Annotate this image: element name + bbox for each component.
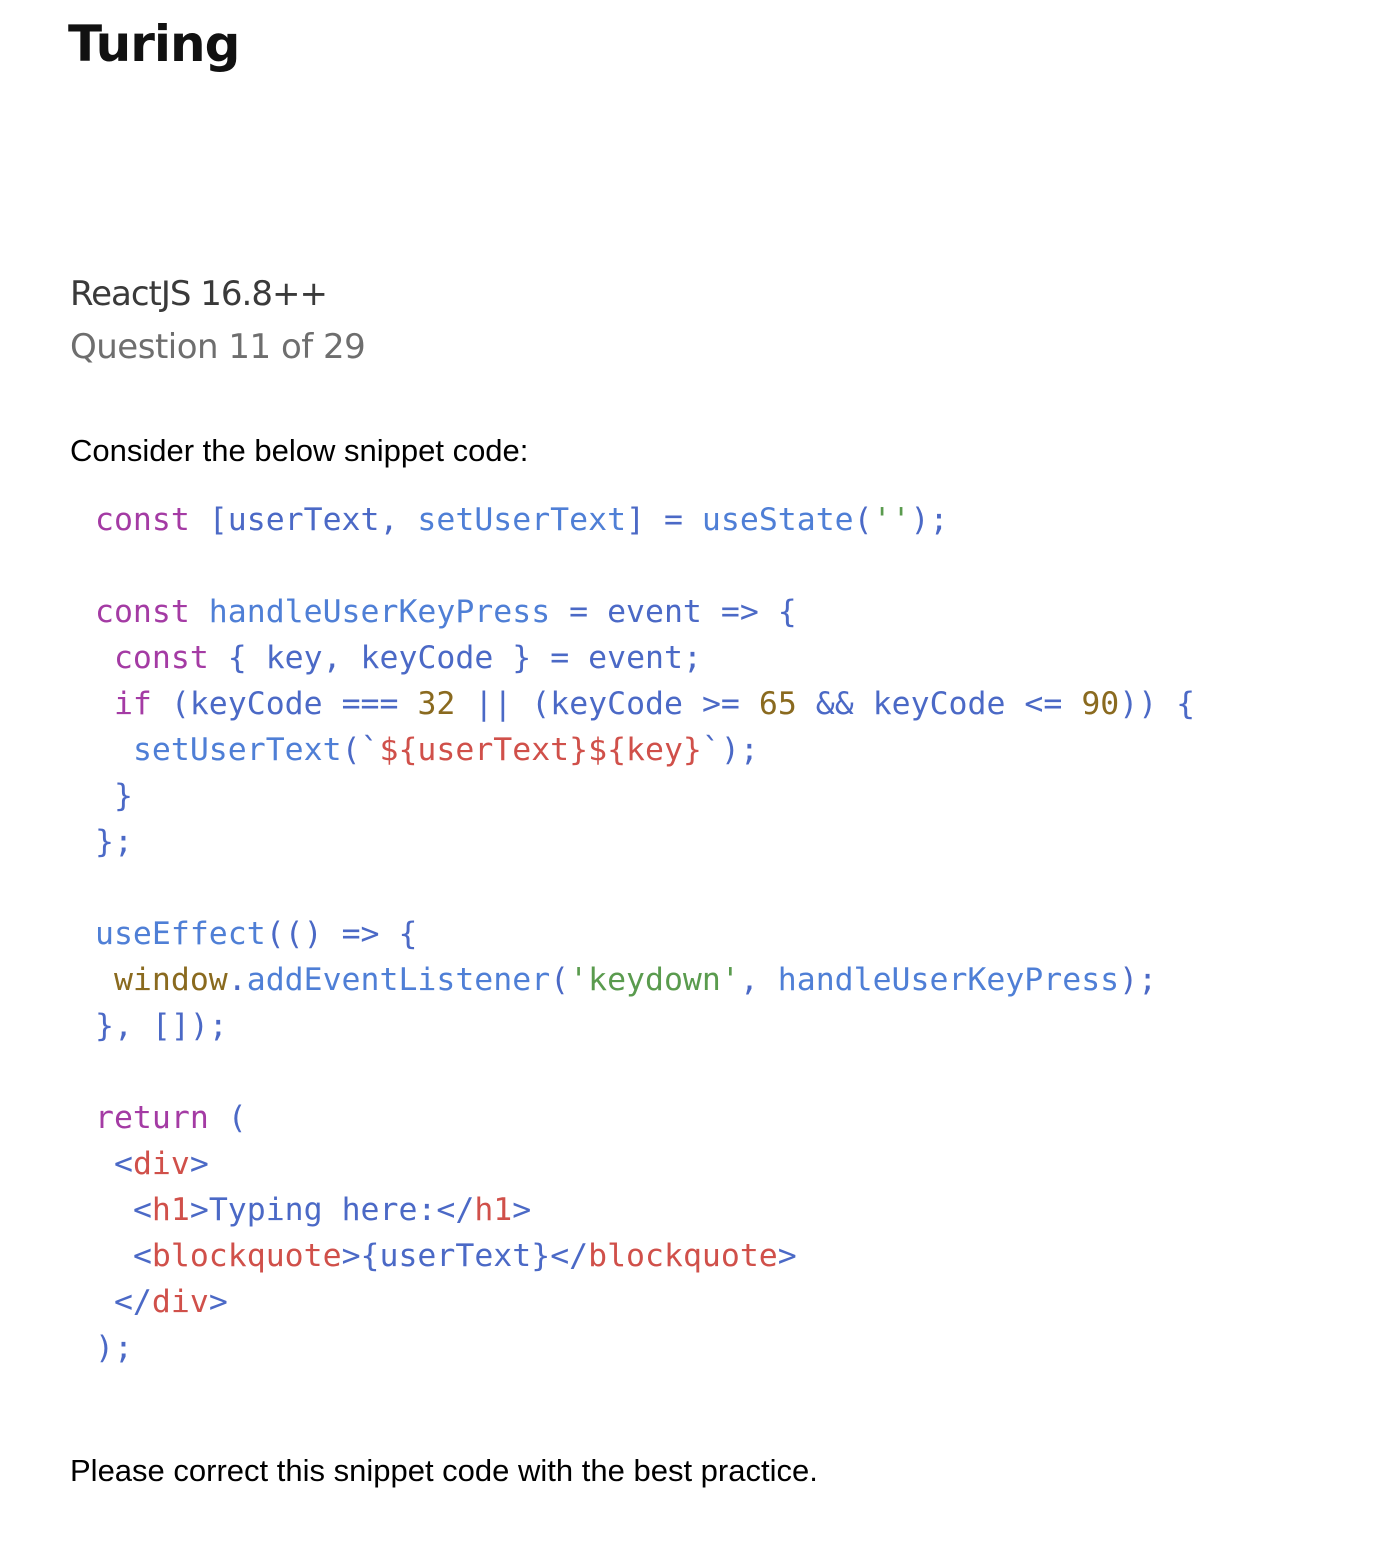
course-title: ReactJS 16.8++ (70, 274, 328, 314)
question-instruction: Please correct this snippet code with th… (70, 1453, 818, 1488)
turing-logo-text: Turing (68, 15, 240, 73)
code-line: <blockquote>{userText}</blockquote> (132, 1238, 797, 1274)
code-line: return ( (95, 1100, 247, 1136)
code-line: useEffect(() => { (95, 916, 418, 952)
code-line: setUserText(`${userText}${key}`); (132, 732, 759, 768)
code-line: ); (95, 1330, 133, 1366)
code-line: <div> (113, 1146, 209, 1182)
question-prompt: Consider the below snippet code: (70, 433, 529, 468)
code-line: </div> (113, 1284, 228, 1320)
code-line: const handleUserKeyPress = event => { (95, 594, 797, 630)
code-line: } (113, 778, 133, 814)
code-line: const { key, keyCode } = event; (113, 640, 702, 676)
code-snippet: const [userText, setUserText] = useState… (95, 497, 1195, 1371)
question-counter: Question 11 of 29 (70, 327, 366, 367)
code-line: <h1>Typing here:</h1> (132, 1192, 532, 1228)
code-line: if (keyCode === 32 || (keyCode >= 65 && … (113, 686, 1196, 722)
code-line: }, []); (95, 1008, 228, 1044)
code-line: const [userText, setUserText] = useState… (95, 502, 949, 538)
code-line: }; (95, 824, 133, 860)
code-line: window.addEventListener('keydown', handl… (113, 962, 1158, 998)
